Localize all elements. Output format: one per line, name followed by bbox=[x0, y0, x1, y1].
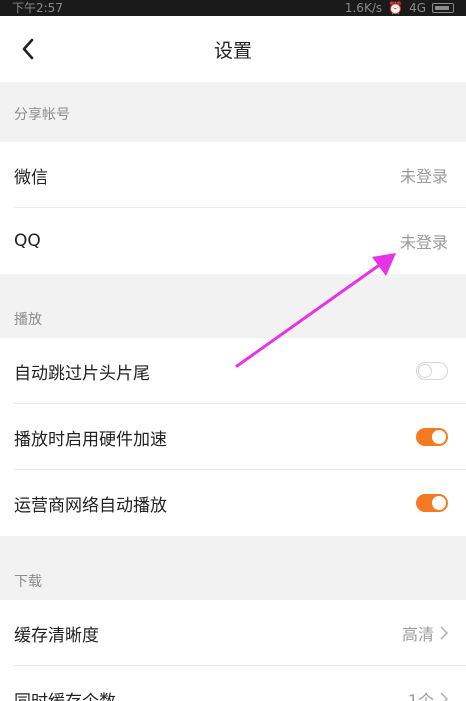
row-auto-skip-intro-outro: 自动跳过片头片尾 bbox=[0, 338, 466, 404]
section-header-playback: 播放 bbox=[0, 274, 466, 338]
status-indicators: 1.6K/s ⏰ 4G bbox=[345, 0, 454, 16]
cache-count-value: 1个 bbox=[407, 691, 434, 701]
status-time: 下午2:57 bbox=[12, 1, 63, 15]
row-label: 自动跳过片头片尾 bbox=[14, 363, 150, 384]
alarm-icon: ⏰ bbox=[388, 1, 404, 15]
row-hardware-acceleration: 播放时启用硬件加速 bbox=[0, 404, 466, 470]
row-label: 同时缓存个数 bbox=[14, 687, 408, 701]
login-status: 未登录 bbox=[399, 233, 448, 252]
cache-quality-value: 高清 bbox=[401, 625, 434, 644]
row-wechat[interactable]: 微信 未登录 bbox=[0, 142, 466, 208]
battery-icon bbox=[432, 3, 454, 13]
row-concurrent-cache-count[interactable]: 同时缓存个数 1个 bbox=[0, 666, 466, 701]
chevron-right-icon bbox=[440, 692, 448, 701]
back-button[interactable] bbox=[12, 33, 44, 65]
row-label: 微信 bbox=[14, 167, 48, 188]
section-title: 分享帐号 bbox=[14, 107, 70, 123]
chevron-right-icon bbox=[440, 626, 448, 640]
row-label: 播放时启用硬件加速 bbox=[14, 429, 167, 450]
section-header-share-account: 分享帐号 bbox=[0, 82, 466, 142]
row-label: 运营商网络自动播放 bbox=[14, 495, 167, 516]
row-qq[interactable]: QQ 未登录 bbox=[0, 208, 466, 274]
network-speed: 1.6K/s bbox=[344, 1, 383, 15]
login-status: 未登录 bbox=[399, 167, 448, 186]
page-title: 设置 bbox=[213, 39, 252, 62]
toggle-knob bbox=[418, 364, 432, 378]
settings-screen: 下午2:57 1.6K/s ⏰ 4G 设置 分享帐号 微信 未登录 QQ 未登录… bbox=[0, 0, 466, 701]
section-header-download: 下载 bbox=[0, 536, 466, 600]
chevron-left-icon bbox=[22, 38, 34, 60]
hardware-acceleration-toggle[interactable] bbox=[416, 428, 448, 446]
section-title: 下载 bbox=[14, 574, 42, 590]
section-title: 播放 bbox=[14, 312, 42, 328]
status-bar: 下午2:57 1.6K/s ⏰ 4G bbox=[0, 0, 466, 16]
toggle-knob bbox=[432, 496, 446, 510]
row-carrier-network-autoplay: 运营商网络自动播放 bbox=[0, 470, 466, 536]
row-label: 缓存清晰度 bbox=[14, 625, 99, 646]
toggle-knob bbox=[432, 430, 446, 444]
auto-skip-toggle[interactable] bbox=[416, 362, 448, 380]
carrier-autoplay-toggle[interactable] bbox=[416, 494, 448, 512]
row-label: QQ bbox=[14, 231, 41, 251]
row-cache-quality[interactable]: 缓存清晰度 高清 bbox=[0, 600, 466, 666]
title-bar: 设置 bbox=[0, 16, 466, 82]
signal-label: 4G bbox=[409, 1, 426, 15]
